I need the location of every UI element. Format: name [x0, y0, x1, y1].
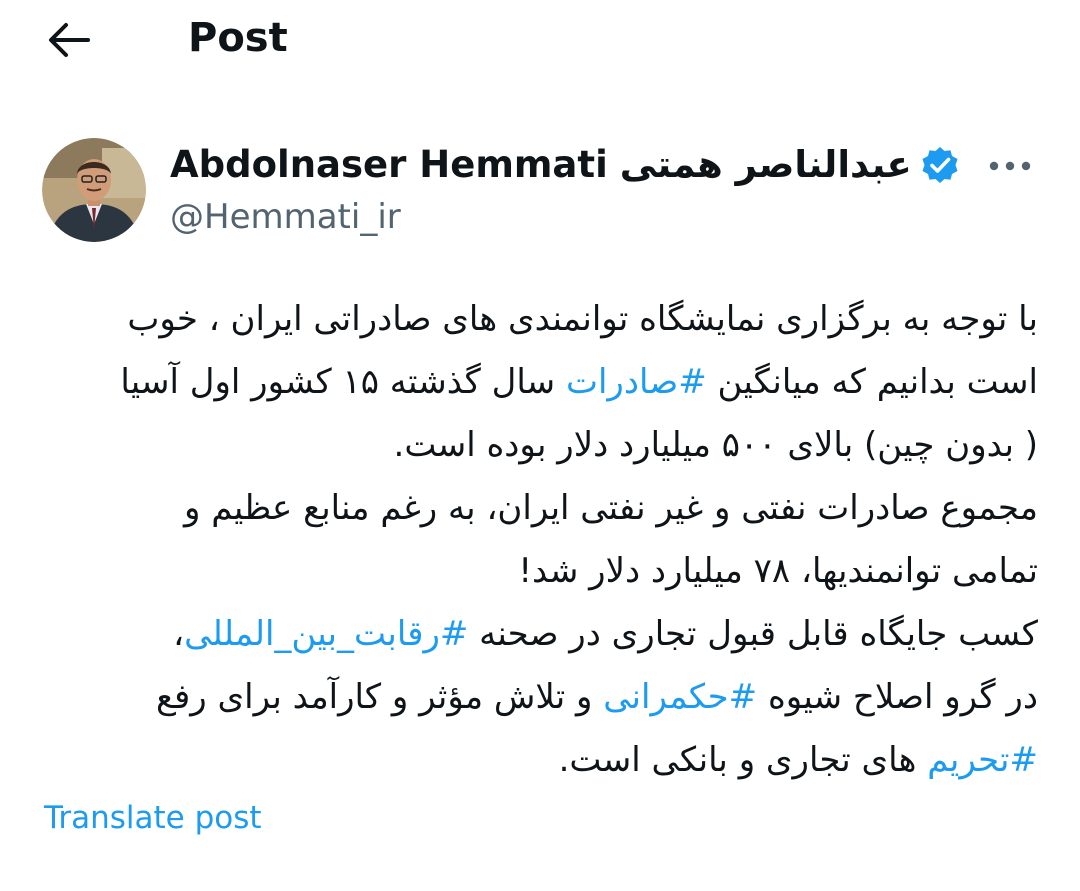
tweet-text-segment: سال گذشته ۱۵ کشور اول آسیا — [120, 362, 566, 402]
arrow-left-icon — [49, 23, 90, 57]
tweet-text-segment: مجموع صادرات نفتی و غیر نفتی ایران، به ر… — [184, 488, 1038, 528]
verified-badge-icon — [920, 145, 960, 185]
tweet-text-segment: است بدانیم که میانگین — [706, 362, 1039, 402]
tweet-line: #تحریم های تجاری و بانکی است. — [42, 729, 1038, 792]
translate-post-link[interactable]: Translate post — [44, 796, 262, 840]
top-bar: Post — [0, 0, 1080, 80]
tweet-text-segment: ، — [173, 614, 185, 654]
hashtag-link[interactable]: #رقابت_بین_المللی — [184, 614, 468, 654]
tweet-line: تمامی توانمندیها، ۷۸ میلیارد دلار شد! — [42, 540, 1038, 603]
hashtag-link[interactable]: #تحریم — [927, 740, 1038, 780]
tweet-text-segment: ( بدون چین) بالای ۵۰۰ میلیارد دلار بوده … — [393, 425, 1038, 465]
back-button[interactable] — [42, 14, 94, 66]
tweet-text-segment: و تلاش مؤثر و کارآمد برای رفع — [155, 677, 604, 717]
author-name-en: Abdolnaser Hemmati — [170, 143, 608, 186]
tweet-text-segment: تمامی توانمندیها، ۷۸ میلیارد دلار شد! — [518, 551, 1038, 591]
tweet-line: با توجه به برگزاری نمایشگاه توانمندی های… — [42, 288, 1038, 351]
tweet-text-segment: در گرو اصلاح شیوه — [757, 677, 1038, 717]
hashtag-link[interactable]: #حکمرانی — [603, 677, 757, 717]
tweet-text: با توجه به برگزاری نمایشگاه توانمندی های… — [42, 288, 1038, 792]
author-handle[interactable]: @Hemmati_ir — [170, 194, 401, 240]
author-name-fa: عبدالناصر همتی — [619, 143, 912, 186]
more-options-button[interactable] — [986, 146, 1034, 186]
tweet-text-segment: های تجاری و بانکی است. — [558, 740, 928, 780]
tweet-text-segment: با توجه به برگزاری نمایشگاه توانمندی های… — [127, 299, 1038, 339]
author-block: Abdolnaser Hemmati عبدالناصر همتی @Hemma… — [42, 130, 1042, 250]
tweet-text-segment: کسب جایگاه قابل قبول تجاری در صحنه — [468, 614, 1038, 654]
tweet-line: مجموع صادرات نفتی و غیر نفتی ایران، به ر… — [42, 477, 1038, 540]
avatar-photo — [42, 138, 146, 242]
page-title: Post — [188, 15, 288, 61]
hashtag-link[interactable]: #صادرات — [566, 362, 707, 402]
tweet-line: کسب جایگاه قابل قبول تجاری در صحنه #رقاب… — [42, 603, 1038, 666]
tweet-line: ( بدون چین) بالای ۵۰۰ میلیارد دلار بوده … — [42, 414, 1038, 477]
avatar[interactable] — [42, 138, 146, 242]
author-name-row[interactable]: Abdolnaser Hemmati عبدالناصر همتی — [170, 140, 960, 190]
tweet-line: در گرو اصلاح شیوه #حکمرانی و تلاش مؤثر و… — [42, 666, 1038, 729]
tweet-line: است بدانیم که میانگین #صادرات سال گذشته … — [42, 351, 1038, 414]
more-dots-icon — [989, 161, 1031, 171]
